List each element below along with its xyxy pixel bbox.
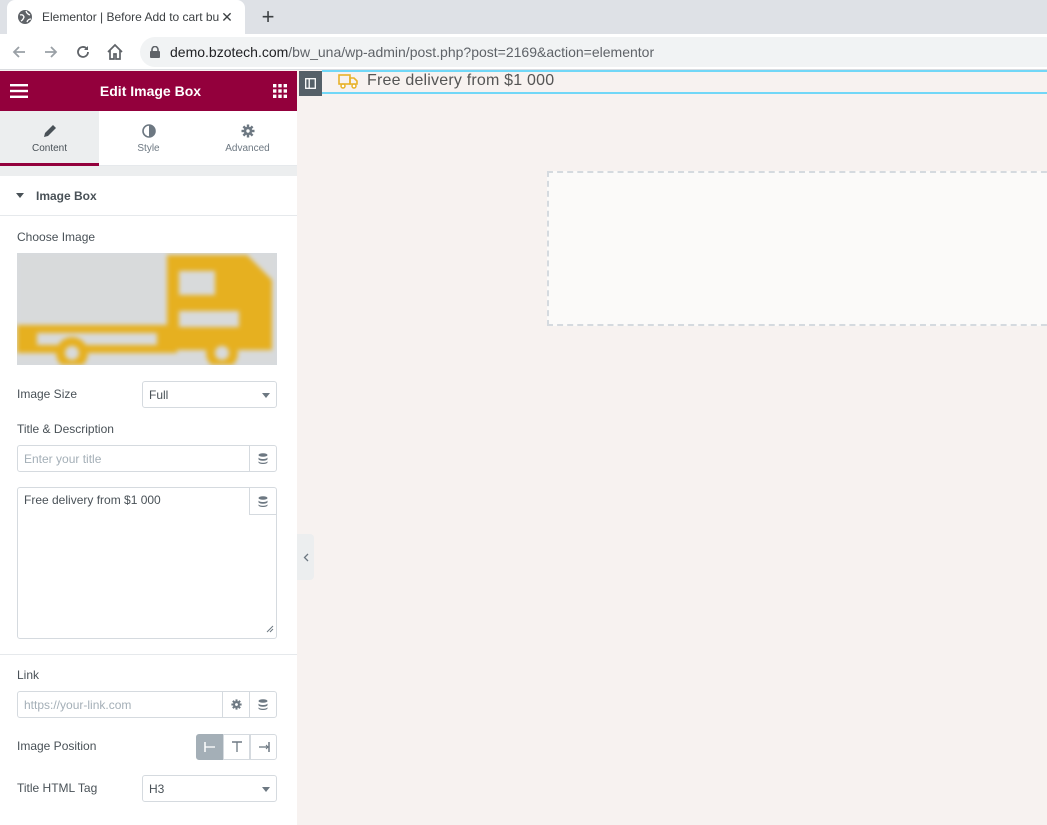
tab-advanced[interactable]: Advanced — [198, 111, 297, 165]
dropdown-arrow-icon — [262, 787, 270, 792]
half-circle-icon — [141, 123, 156, 139]
empty-widget-placeholder[interactable] — [547, 171, 1047, 326]
link-options-button[interactable] — [222, 691, 250, 718]
caret-down-icon — [16, 193, 24, 198]
browser-tab-bar: Elementor | Before Add to cart bu ✕ + — [0, 0, 1047, 34]
address-bar[interactable]: demo.bzotech.com/bw_una/wp-admin/post.ph… — [140, 37, 1047, 67]
image-position-label: Image Position — [17, 739, 97, 753]
chevron-left-icon — [303, 553, 309, 562]
title-description-label: Title & Description — [17, 422, 114, 436]
globe-icon — [17, 9, 33, 25]
tab-title: Elementor | Before Add to cart bu — [42, 10, 219, 24]
home-icon[interactable] — [104, 41, 126, 63]
gear-icon — [241, 123, 255, 139]
image-size-select[interactable]: Full — [142, 381, 277, 408]
align-left-icon — [203, 742, 216, 752]
align-top-icon — [231, 741, 242, 753]
database-icon — [258, 453, 268, 464]
link-input[interactable]: https://your-link.com — [17, 691, 223, 718]
panel-collapse-handle[interactable] — [297, 534, 314, 580]
align-right-icon — [258, 742, 270, 752]
title-input[interactable]: Enter your title — [17, 445, 250, 472]
url-text: demo.bzotech.com/bw_una/wp-admin/post.ph… — [170, 44, 655, 60]
column-icon — [305, 78, 316, 89]
section-toggle[interactable]: Image Box — [0, 176, 297, 216]
image-preview[interactable] — [17, 253, 277, 365]
position-top-button[interactable] — [223, 734, 250, 760]
truck-image — [17, 253, 277, 365]
description-textarea[interactable]: Free delivery from $1 000 — [17, 487, 277, 639]
panel-header: Edit Image Box — [0, 71, 297, 111]
close-tab-icon[interactable]: ✕ — [219, 9, 235, 26]
section-divider — [0, 654, 297, 655]
link-label: Link — [17, 668, 40, 682]
title-html-tag-select[interactable]: H3 — [142, 775, 277, 802]
dropdown-arrow-icon — [262, 393, 270, 398]
position-right-button[interactable] — [250, 734, 277, 760]
widgets-grid-icon[interactable] — [272, 84, 287, 98]
dynamic-tags-button[interactable] — [249, 488, 276, 515]
truck-icon — [338, 73, 359, 89]
lock-icon[interactable] — [150, 46, 160, 58]
browser-tab[interactable]: Elementor | Before Add to cart bu ✕ — [7, 0, 245, 34]
position-left-button[interactable] — [196, 734, 223, 760]
back-arrow-icon[interactable] — [8, 41, 30, 63]
section-title: Image Box — [36, 188, 97, 203]
browser-toolbar: demo.bzotech.com/bw_una/wp-admin/post.ph… — [0, 34, 1047, 70]
database-icon — [258, 699, 268, 710]
choose-image-label: Choose Image — [17, 230, 96, 244]
delivery-image-box[interactable]: Free delivery from $1 000 — [338, 71, 554, 91]
dynamic-tags-button[interactable] — [249, 445, 277, 472]
delivery-text: Free delivery from $1 000 — [367, 72, 555, 89]
database-icon — [258, 495, 268, 507]
hamburger-menu-icon[interactable] — [10, 84, 28, 98]
forward-arrow-icon[interactable] — [40, 41, 62, 63]
title-html-tag-label: Title HTML Tag — [17, 781, 98, 795]
panel-title: Edit Image Box — [99, 83, 202, 99]
new-tab-button[interactable]: + — [256, 5, 280, 29]
tab-content[interactable]: Content — [0, 111, 99, 166]
panel-tabs: Content Style Advanced — [0, 111, 297, 166]
reload-icon[interactable] — [72, 41, 94, 63]
image-size-label: Image Size — [17, 387, 78, 401]
pencil-icon — [43, 123, 57, 139]
gear-icon — [230, 699, 242, 710]
resize-grip-icon[interactable] — [266, 622, 274, 636]
column-handle-button[interactable] — [299, 71, 322, 96]
tab-style[interactable]: Style — [99, 111, 198, 165]
dynamic-tags-button[interactable] — [249, 691, 277, 718]
elementor-panel: Edit Image Box Content Style Advanced Im… — [0, 71, 297, 825]
